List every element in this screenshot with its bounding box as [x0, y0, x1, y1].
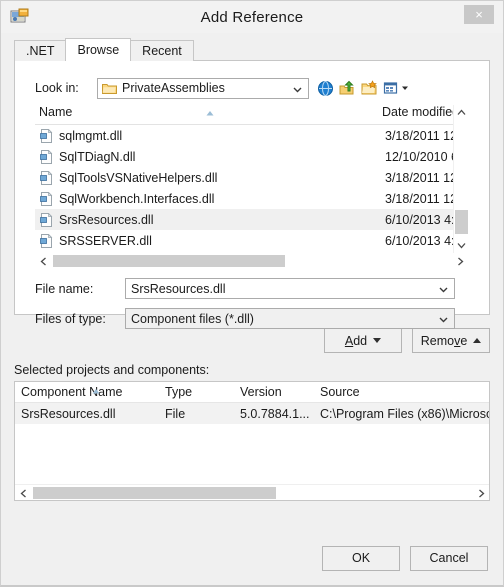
chevron-down-icon: [293, 83, 302, 92]
files-of-type-label: Files of type:: [35, 311, 106, 326]
cell-type: File: [165, 406, 186, 421]
close-button[interactable]: ×: [464, 5, 494, 24]
up-one-level-icon[interactable]: [339, 80, 356, 97]
scroll-up-icon[interactable]: [454, 105, 469, 120]
horizontal-scroll-thumb[interactable]: [33, 487, 276, 499]
scroll-left-icon[interactable]: [35, 253, 51, 269]
selected-grid-header: Component Name Type Version Source: [15, 382, 489, 403]
dll-file-icon: [40, 170, 53, 185]
selected-grid-horizontal-scrollbar[interactable]: [15, 484, 489, 500]
column-header-type[interactable]: Type: [165, 385, 240, 399]
file-name-row: File name: SrsResources.dll: [35, 278, 480, 299]
look-in-value: PrivateAssemblies: [122, 81, 225, 95]
chevron-down-icon: [439, 313, 448, 323]
cell-component-name: SrsResources.dll: [21, 406, 116, 421]
add-accel: A: [344, 333, 354, 348]
column-header-version[interactable]: Version: [240, 385, 320, 399]
remove-button-label: Remove: [421, 334, 468, 348]
remove-pre: Remo: [420, 333, 455, 348]
dll-file-icon: [40, 128, 53, 143]
column-header-name[interactable]: Name: [35, 105, 380, 124]
horizontal-scroll-thumb[interactable]: [53, 255, 285, 267]
add-reference-icon: [10, 7, 30, 25]
file-name: SRSSERVER.dll: [59, 233, 152, 248]
column-header-component-name[interactable]: Component Name: [15, 385, 165, 399]
file-name-label: File name:: [35, 281, 94, 296]
file-list-horizontal-scrollbar[interactable]: [35, 253, 468, 269]
look-in-row: Look in: PrivateAssemblies: [35, 77, 480, 99]
file-name-input[interactable]: SrsResources.dll: [125, 278, 455, 299]
cancel-button[interactable]: Cancel: [410, 545, 488, 571]
table-row[interactable]: SrsResources.dll File 5.0.7884.1... C:\P…: [15, 403, 489, 424]
sort-ascending-icon: [91, 384, 101, 394]
back-globe-icon[interactable]: [317, 80, 334, 97]
file-list-item[interactable]: sqlmgmt.dll 3/18/2011 12:: [35, 125, 468, 146]
views-chevron-down-icon: [401, 79, 409, 97]
remove-post: e: [460, 333, 468, 348]
file-name: SqlTDiagN.dll: [59, 149, 136, 164]
dll-file-icon: [40, 149, 53, 164]
sort-ascending-icon: [205, 106, 215, 116]
file-list[interactable]: Name Date modified sqlmgmt.dll 3/18/2011…: [35, 105, 468, 269]
cell-version: 5.0.7884.1...: [240, 406, 310, 421]
file-list-item[interactable]: SqlToolsVSNativeHelpers.dll 3/18/2011 12…: [35, 167, 468, 188]
tab-dotnet[interactable]: .NET: [14, 40, 67, 61]
ok-button[interactable]: OK: [322, 545, 400, 571]
file-name: sqlmgmt.dll: [59, 128, 123, 143]
add-remove-bar: Add Remove: [14, 328, 490, 353]
caret-up-icon: [473, 338, 482, 343]
file-list-rows: sqlmgmt.dll 3/18/2011 12: SqlTDiagN.dll: [35, 125, 468, 252]
selected-components-grid[interactable]: Component Name Type Version Source SrsRe…: [14, 381, 490, 501]
add-rest: dd: [353, 333, 368, 348]
file-list-item[interactable]: SRSSERVER.dll 6/10/2013 4:0: [35, 230, 468, 251]
file-list-item-selected[interactable]: SrsResources.dll 6/10/2013 4:0: [35, 209, 468, 230]
scroll-down-icon[interactable]: [454, 238, 469, 253]
scroll-right-icon[interactable]: [452, 253, 468, 269]
column-header-source[interactable]: Source: [320, 385, 489, 399]
selected-projects-caption: Selected projects and components:: [14, 363, 210, 377]
file-name: SrsResources.dll: [59, 212, 154, 227]
files-of-type-value: Component files (*.dll): [131, 311, 254, 326]
scroll-left-icon[interactable]: [15, 485, 31, 500]
files-of-type-row: Files of type: Component files (*.dll): [35, 308, 480, 329]
tab-browse[interactable]: Browse: [65, 38, 132, 61]
dll-file-icon: [40, 212, 53, 227]
tab-recent[interactable]: Recent: [130, 40, 194, 61]
remove-button[interactable]: Remove: [412, 328, 490, 353]
tab-strip: .NET Browse Recent: [14, 38, 490, 61]
file-name: SqlWorkbench.Interfaces.dll: [59, 191, 215, 206]
file-name-value: SrsResources.dll: [131, 281, 226, 296]
file-list-item[interactable]: SqlWorkbench.Interfaces.dll 3/18/2011 12…: [35, 188, 468, 209]
add-button-label: Add: [345, 334, 367, 348]
look-in-label: Look in:: [35, 81, 79, 95]
dialog-footer: OK Cancel: [1, 537, 503, 585]
file-dialog-toolbar: [317, 79, 409, 97]
dialog-body: .NET Browse Recent Look in: PrivateAssem…: [1, 33, 503, 537]
folder-icon: [102, 82, 117, 95]
dll-file-icon: [40, 233, 53, 248]
create-new-folder-icon[interactable]: [361, 79, 378, 97]
chevron-down-icon: [439, 283, 448, 293]
add-button[interactable]: Add: [324, 328, 402, 353]
file-name: SqlToolsVSNativeHelpers.dll: [59, 170, 218, 185]
files-of-type-select[interactable]: Component files (*.dll): [125, 308, 455, 329]
cell-source: C:\Program Files (x86)\Microso: [320, 406, 489, 421]
file-list-header: Name Date modified: [35, 105, 468, 125]
page-title: Add Reference: [200, 8, 304, 26]
file-list-vertical-scrollbar[interactable]: [453, 105, 468, 253]
vertical-scroll-thumb[interactable]: [455, 210, 468, 234]
browse-tab-panel: Look in: PrivateAssemblies Name Date mod…: [14, 60, 490, 329]
dll-file-icon: [40, 191, 53, 206]
views-icon[interactable]: [383, 79, 409, 97]
look-in-combo[interactable]: PrivateAssemblies: [97, 77, 309, 99]
file-list-item[interactable]: SqlTDiagN.dll 12/10/2010 6:: [35, 146, 468, 167]
add-reference-dialog: Add Reference × .NET Browse Recent Look …: [0, 0, 504, 587]
scroll-right-icon[interactable]: [473, 485, 489, 500]
caret-down-icon: [373, 338, 382, 343]
title-bar: Add Reference ×: [1, 1, 503, 33]
